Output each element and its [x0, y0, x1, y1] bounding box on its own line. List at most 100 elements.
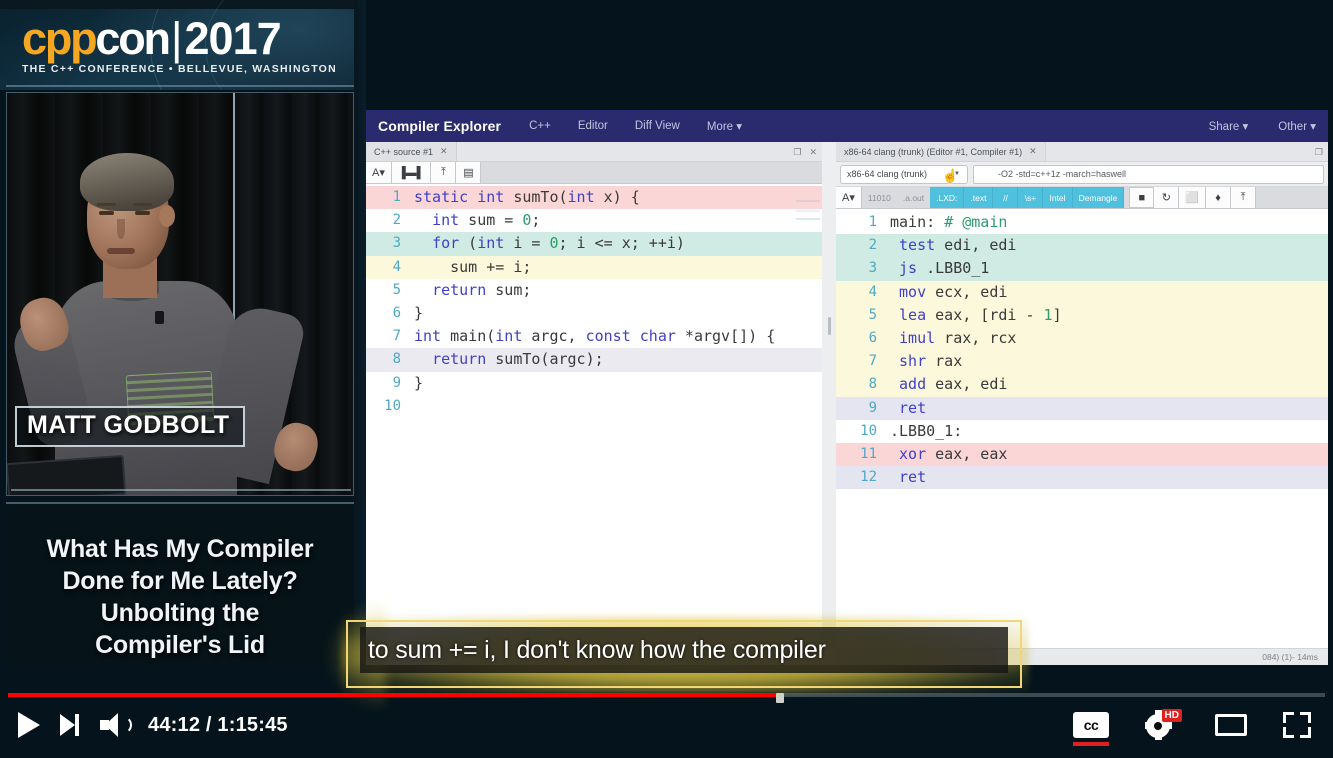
code-line-text: } — [412, 302, 822, 325]
line-number: 6 — [392, 304, 401, 321]
progress-bar-fill — [8, 693, 776, 697]
ce-panes: C++ source #1 ✕ ❐ ✕ A▾ ▐▬▌ ⤒ ▤ 1 static … — [366, 142, 1328, 665]
speaker-eye-right — [135, 211, 150, 215]
code-token: int — [477, 188, 505, 206]
code-line: 1 main: # @main — [836, 211, 1328, 234]
chevron-down-icon[interactable]: ▼ — [954, 171, 960, 177]
nav-item-other[interactable]: Other ▾ — [1278, 119, 1316, 133]
ce-navbar: Compiler Explorer C++ Editor Diff View M… — [366, 110, 1328, 142]
source-code-area[interactable]: 1 static int sumTo(int x) {2 int sum = 0;… — [366, 184, 822, 665]
whitespace-filter[interactable]: \s+ — [1018, 187, 1044, 208]
nav-item-cpp[interactable]: C++ — [529, 120, 551, 132]
add-tool-button[interactable]: ♦ — [1206, 187, 1232, 208]
code-token: ; i <= x; ++i) — [558, 234, 685, 253]
close-icon[interactable]: ✕ — [1029, 146, 1037, 157]
aout-toggle[interactable]: .a.out — [897, 187, 930, 208]
directives-filter[interactable]: .text — [964, 187, 994, 208]
settings-button[interactable]: HD — [1145, 709, 1182, 740]
nav-item-diff-view[interactable]: Diff View — [635, 120, 680, 132]
upload-icon[interactable]: ⤒ — [431, 162, 457, 183]
code-token: xor — [899, 444, 927, 463]
volume-button[interactable] — [100, 713, 132, 737]
cc-label: cc — [1083, 717, 1099, 733]
font-size-button[interactable]: A▾ — [836, 187, 862, 208]
logo-con-text: con — [95, 13, 171, 64]
maximize-icon[interactable]: ❐ — [793, 147, 801, 158]
speaker-mouth — [107, 248, 135, 254]
source-toolbar: A▾ ▐▬▌ ⤒ ▤ — [366, 162, 822, 184]
compiler-select[interactable]: x86-64 clang (trunk) ☝ ▼ — [840, 164, 968, 184]
code-token: return — [432, 350, 487, 369]
fullscreen-corner-icon — [1300, 727, 1311, 738]
code-token: for — [432, 234, 460, 253]
code-token: main( — [441, 327, 496, 346]
output-button[interactable]: ⬜ — [1179, 187, 1207, 208]
play-button[interactable] — [18, 712, 40, 738]
fullscreen-button[interactable] — [1283, 712, 1311, 738]
maximize-icon[interactable]: ❐ — [1315, 147, 1323, 158]
code-line: 8 return sumTo(argc); — [366, 348, 822, 372]
code-token: .LBB0_1: — [890, 421, 963, 440]
code-line: 1 static int sumTo(int x) { — [366, 186, 822, 210]
ce-brand-label[interactable]: Compiler Explorer — [378, 118, 501, 134]
save-icon[interactable]: ▐▬▌ — [391, 162, 432, 183]
theater-mode-button[interactable] — [1215, 714, 1247, 736]
code-line-text: lea eax, [rdi - 1] — [888, 304, 1328, 327]
share-asm-button[interactable]: ⤒ — [1231, 187, 1257, 208]
code-line-text: js .LBB0_1 — [888, 257, 1328, 280]
code-token: ret — [899, 468, 927, 487]
code-line-text: .LBB0_1: — [888, 420, 1328, 443]
editor-minimap[interactable] — [796, 188, 820, 228]
line-number: 7 — [392, 328, 401, 345]
labels-filter[interactable]: .LXD: — [930, 187, 965, 208]
line-number: 1 — [868, 214, 877, 230]
progress-bar-track[interactable] — [8, 693, 1325, 703]
compiler-output-pane: x86-64 clang (trunk) (Editor #1, Compile… — [836, 142, 1328, 665]
compiler-options-input[interactable]: -O2 -std=c++1z -march=haswell — [973, 164, 1324, 184]
video-player-page: cppcon|2017 THE C++ CONFERENCE • BELLEVU… — [0, 0, 1333, 758]
panel-icon[interactable]: ▤ — [456, 162, 482, 183]
compiler-tab[interactable]: x86-64 clang (trunk) (Editor #1, Compile… — [836, 142, 1046, 161]
speaker-hair — [80, 153, 174, 211]
code-line: 2 test edi, edi — [836, 234, 1328, 258]
pane-splitter[interactable] — [822, 142, 836, 665]
code-line-text: return sum; — [412, 279, 822, 302]
line-number: 5 — [868, 306, 877, 323]
cc-button[interactable]: cc — [1073, 712, 1109, 746]
code-line-text: ret — [888, 466, 1328, 489]
close-pane-icon[interactable]: ✕ — [809, 147, 817, 158]
font-size-button[interactable]: A▾ — [366, 162, 392, 183]
binary-toggle[interactable]: 11010 — [862, 187, 897, 208]
line-number: 4 — [392, 258, 401, 275]
code-token: i = — [504, 234, 550, 253]
compile-to-binary-button[interactable]: ■ — [1129, 187, 1155, 208]
code-token: 0 — [549, 234, 559, 253]
code-token: sumTo(argc); — [486, 350, 604, 369]
intel-syntax-filter[interactable]: Intel — [1043, 187, 1073, 208]
nav-item-more[interactable]: More ▾ — [707, 119, 742, 133]
code-line-text: static int sumTo(int x) { — [412, 186, 822, 209]
comments-filter[interactable]: // — [993, 187, 1019, 208]
source-tab[interactable]: C++ source #1 ✕ — [366, 142, 457, 161]
code-line-text: for (int i = 0; i <= x; ++i) — [412, 232, 822, 255]
nav-item-share[interactable]: Share ▾ — [1209, 119, 1249, 133]
demangle-filter[interactable]: Demangle — [1072, 187, 1125, 208]
assembly-code-area[interactable]: 1 main: # @main 2 test edi, edi 3 js .LBB0_… — [836, 209, 1328, 665]
nav-item-editor[interactable]: Editor — [578, 120, 608, 132]
code-token: const — [585, 327, 631, 346]
code-token: int — [477, 234, 505, 253]
next-video-button[interactable] — [60, 714, 80, 736]
close-icon[interactable]: ✕ — [440, 146, 448, 157]
progress-scrubber-handle[interactable] — [775, 693, 784, 703]
compiler-config-row: x86-64 clang (trunk) ☝ ▼ -O2 -std=c++1z … — [836, 162, 1328, 187]
code-line: 6 imul rax, rcx — [836, 326, 1328, 351]
reload-button[interactable]: ↻ — [1154, 187, 1180, 208]
